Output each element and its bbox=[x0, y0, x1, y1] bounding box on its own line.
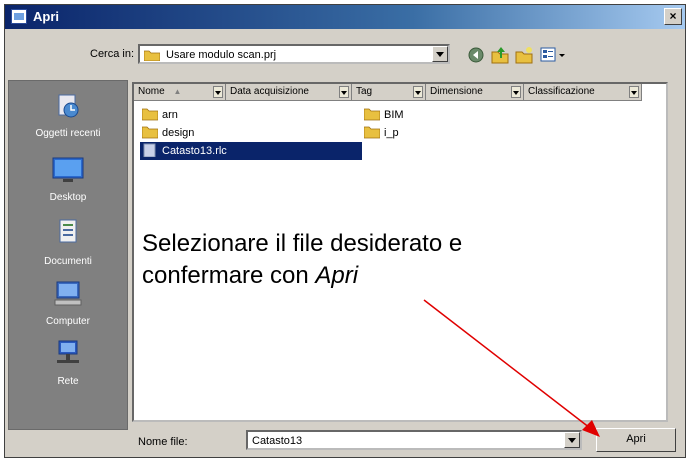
annotation-arrow-icon bbox=[423, 299, 600, 437]
